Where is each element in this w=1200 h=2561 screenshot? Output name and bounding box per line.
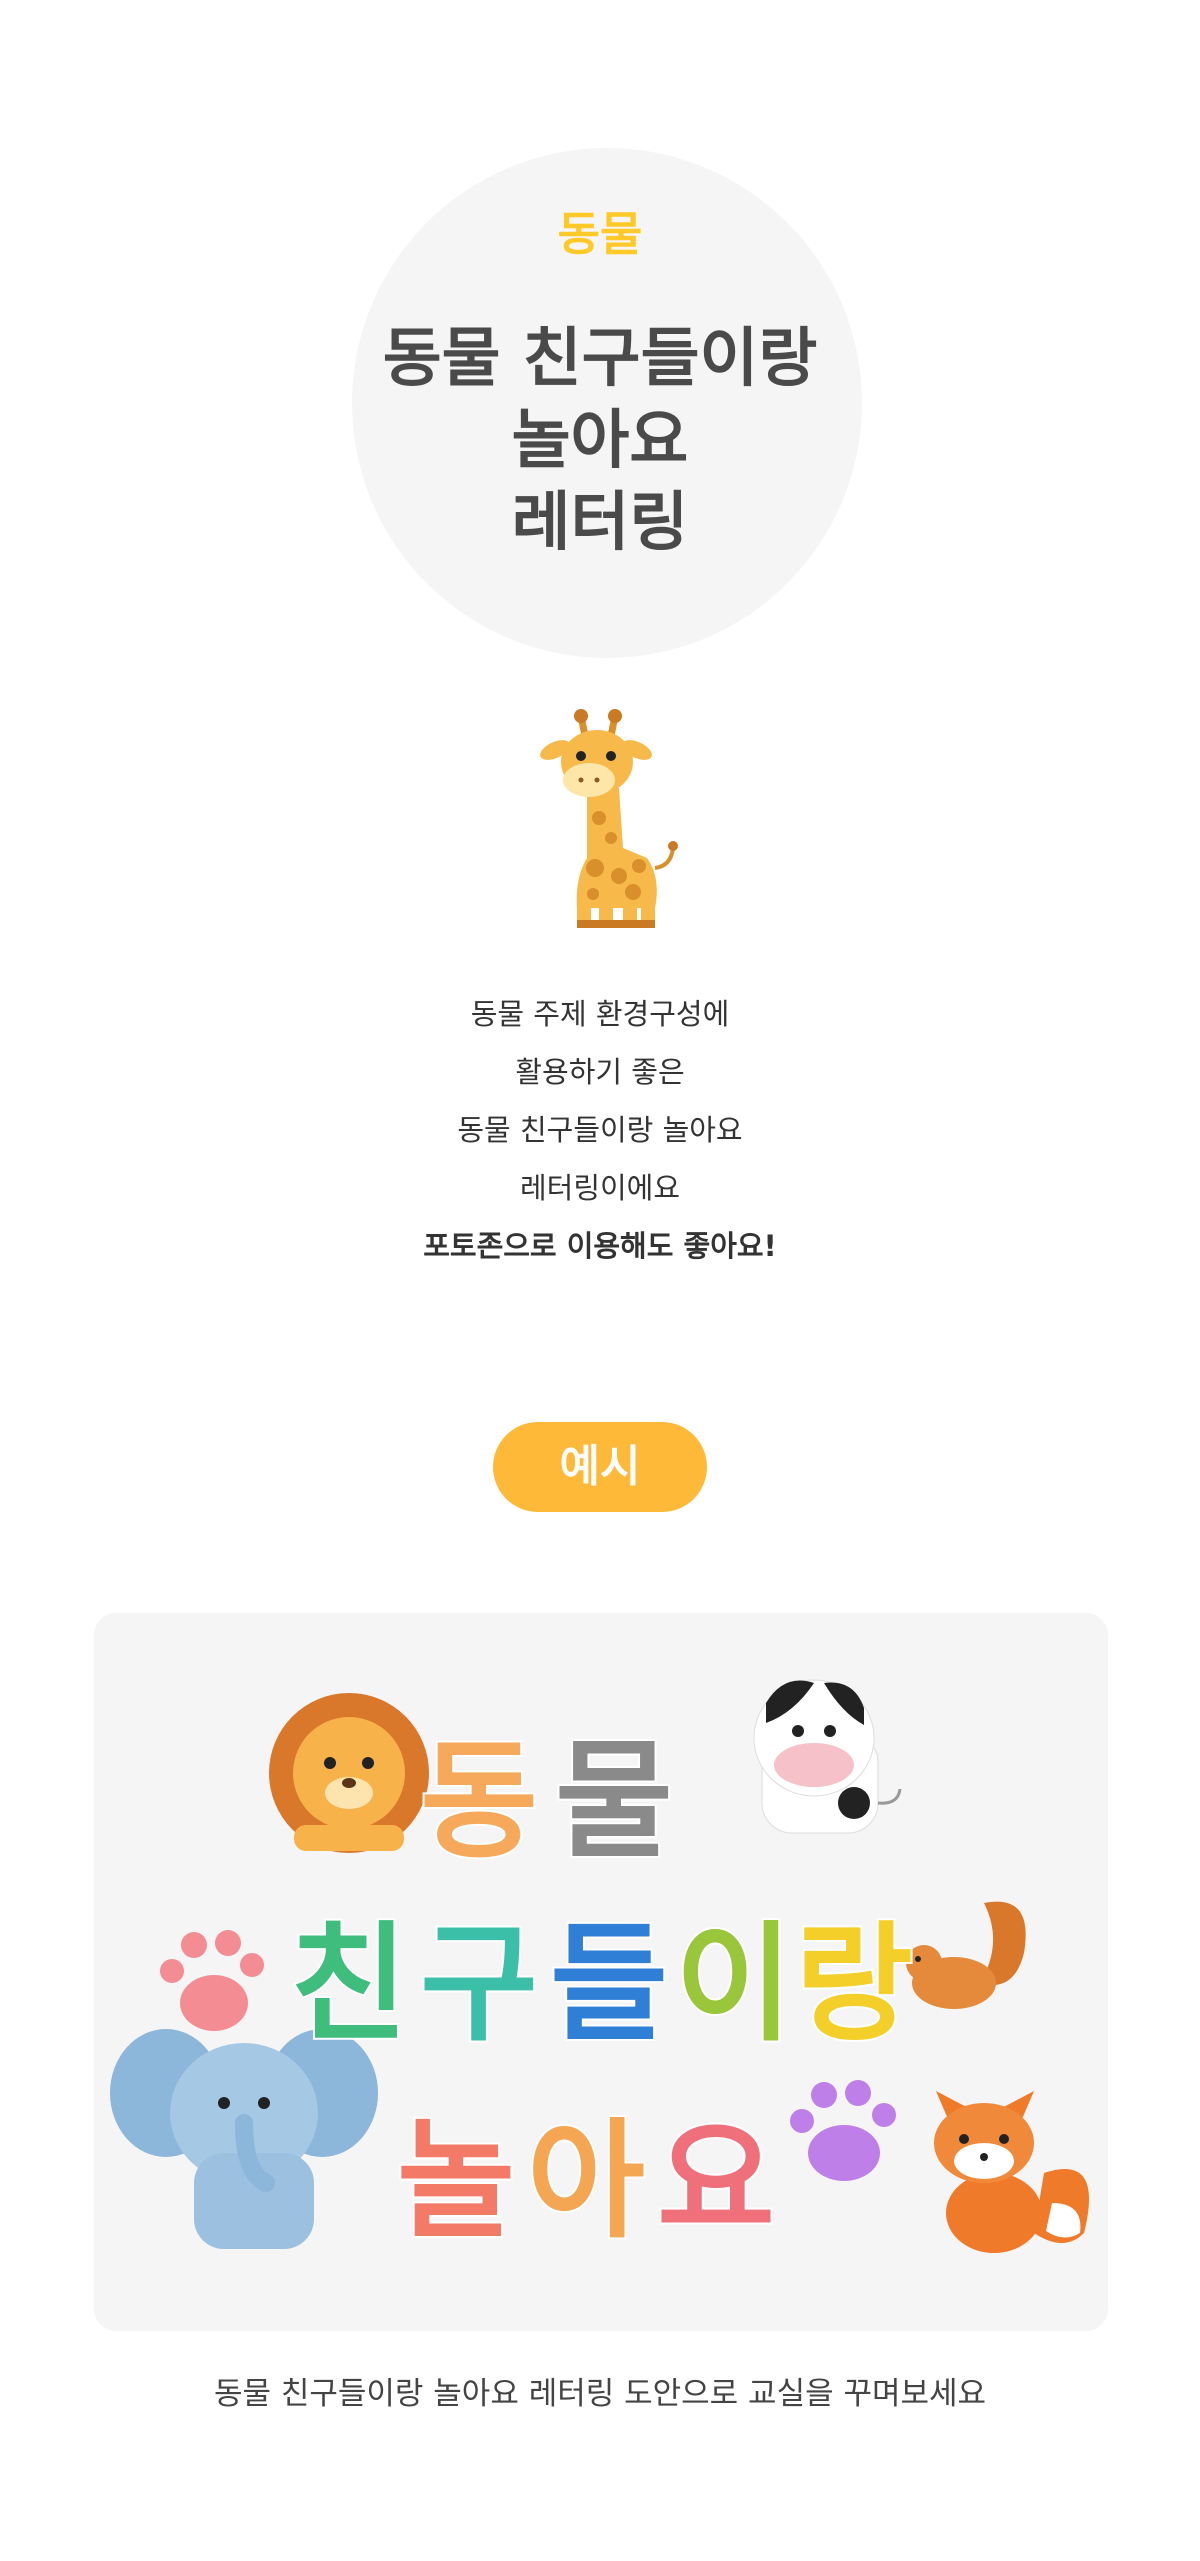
paw-icon [160, 1930, 264, 2031]
caption: 동물 친구들이랑 놀아요 레터링 도안으로 교실을 꾸며보세요 [213, 2376, 987, 2412]
example-label: 예시 [493, 1422, 707, 1512]
letter: 아 [527, 2107, 645, 2256]
letter: 랑 [795, 1910, 913, 2059]
giraffe-icon [540, 709, 678, 928]
description-line-3: 동물 친구들이랑 놀아요 [457, 1113, 743, 1147]
squirrel-icon [906, 1901, 1026, 2009]
description-line-4: 레터링이에요 [519, 1171, 681, 1205]
lion-icon [269, 1693, 429, 1853]
letter: 들 [550, 1910, 668, 2059]
title-line-1: 동물 친구들이랑 [382, 322, 818, 396]
cow-icon [753, 1679, 902, 1834]
letter: 구 [420, 1910, 538, 2059]
letter: 이 [675, 1910, 793, 2059]
category-label: 동물 [557, 207, 643, 261]
title-line-3: 레터링 [511, 486, 689, 560]
letter: 친 [290, 1910, 408, 2059]
letter: 물 [555, 1727, 673, 1876]
letter: 놀 [397, 2107, 515, 2256]
letter: 요 [657, 2107, 775, 2256]
example-preview: 동 물 친 구 들 이 랑 놀 아 요 [94, 1613, 1108, 2331]
paw-icon [790, 2080, 896, 2181]
fox-icon [934, 2091, 1089, 2253]
letter: 동 [420, 1727, 538, 1876]
page-title: 동물 친구들이랑 놀아요 레터링 [0, 318, 1200, 564]
description-line-2: 활용하기 좋은 [515, 1055, 685, 1089]
description: 동물 주제 환경구성에 활용하기 좋은 동물 친구들이랑 놀아요 레터링이에요 … [0, 985, 1200, 1275]
title-line-2: 놀아요 [511, 404, 689, 478]
elephant-icon [110, 2029, 378, 2249]
description-line-1: 동물 주제 환경구성에 [470, 997, 730, 1031]
description-line-5: 포토존으로 이용해도 좋아요! [423, 1229, 777, 1263]
